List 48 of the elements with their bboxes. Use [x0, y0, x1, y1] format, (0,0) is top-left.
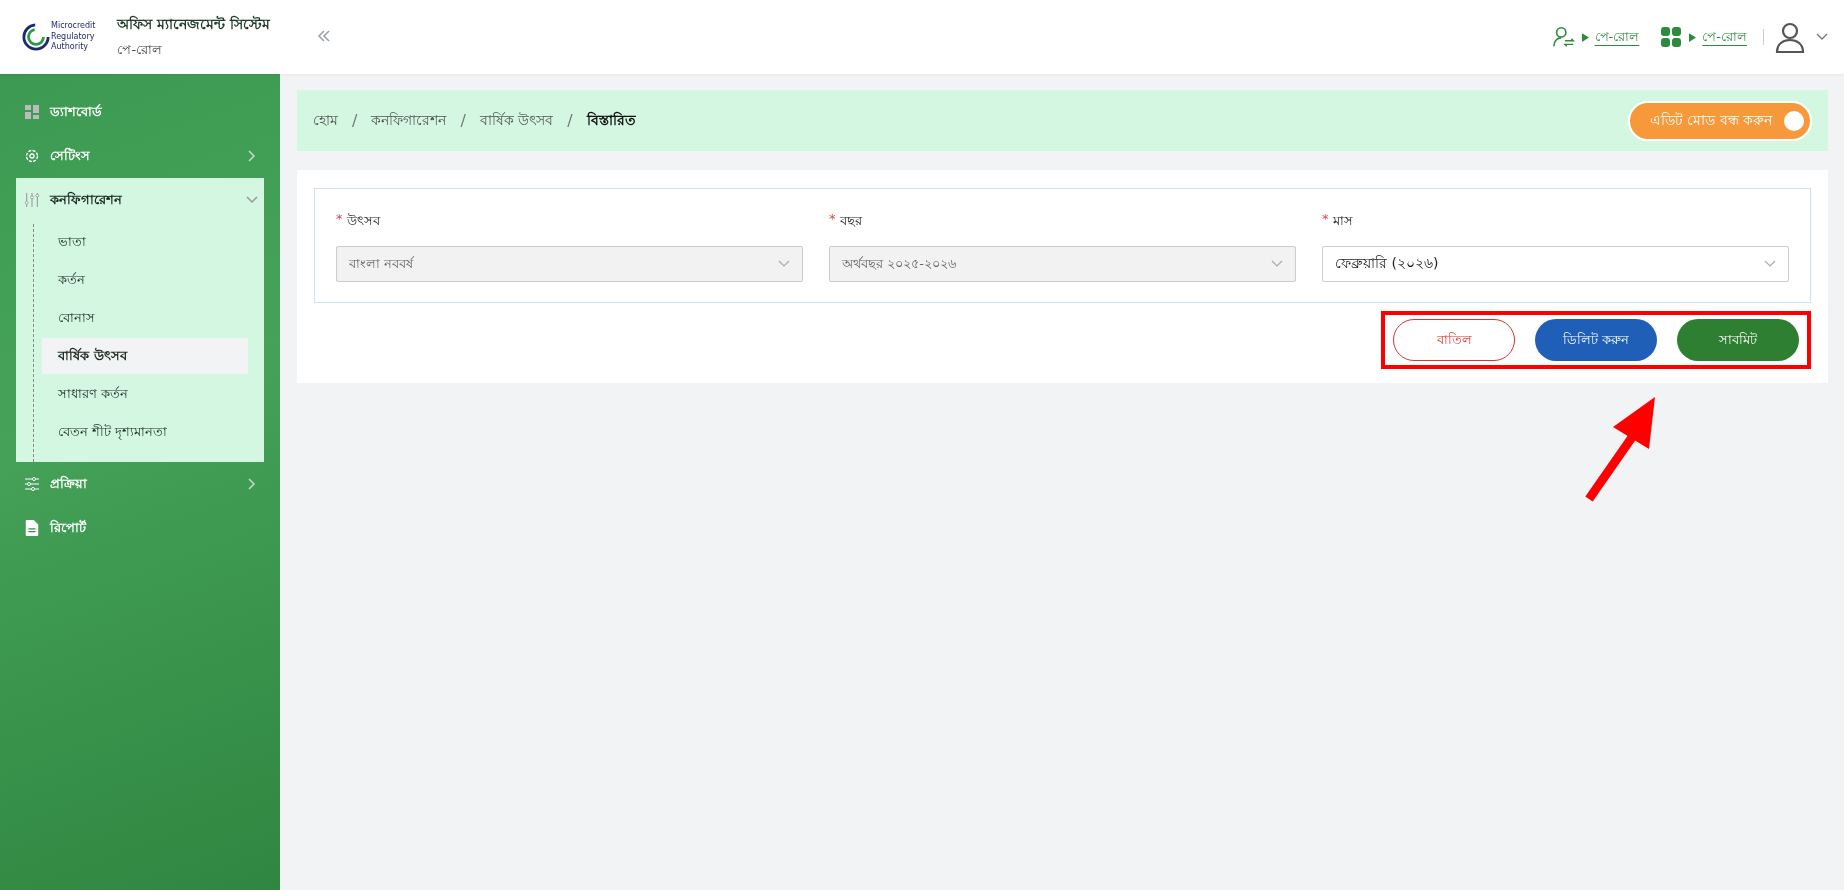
cancel-button[interactable]: বাতিল	[1393, 319, 1515, 361]
breadcrumb-separator: /	[567, 111, 573, 130]
sidebar-item[interactable]: রিপোর্ট	[16, 506, 264, 550]
required-mark: *	[829, 211, 836, 228]
sidebar-item[interactable]: সেটিংস	[16, 134, 264, 178]
field-label: বছর	[839, 212, 862, 230]
play-triangle-icon	[1689, 32, 1697, 42]
breadcrumb-link[interactable]: পে-রোল	[1594, 26, 1640, 48]
sidebar-subitem[interactable]: বেতন শীট দৃশ্যমানতা	[42, 414, 248, 450]
sliders-icon	[24, 192, 40, 208]
filter-sliders-icon	[24, 476, 40, 492]
submit-button[interactable]: সাবমিট	[1677, 319, 1799, 361]
breadcrumb-item: বিস্তারিত	[586, 110, 636, 130]
double-chevron-left-icon	[316, 27, 333, 44]
user-switch-icon[interactable]	[1551, 25, 1576, 49]
apps-grid-icon[interactable]	[1659, 25, 1684, 49]
chevron-down-icon	[1271, 260, 1283, 268]
field-label: মাস	[1332, 212, 1353, 230]
chevron-down-icon[interactable]	[1816, 33, 1828, 41]
chevron-down-icon	[1764, 260, 1776, 268]
sidebar-subitem[interactable]: কর্তন	[42, 262, 248, 298]
app-title: অফিস ম্যানেজমেন্ট সিস্টেম	[117, 14, 271, 34]
select-field[interactable]: ফেব্রুয়ারি (২০২৬)	[1322, 246, 1789, 282]
play-triangle-icon	[1581, 32, 1589, 42]
chevron-down-icon	[778, 260, 790, 268]
user-avatar-icon[interactable]	[1774, 21, 1806, 53]
document-icon	[24, 520, 40, 536]
breadcrumb-item[interactable]: কনফিগারেশন	[371, 108, 447, 133]
dashboard-icon	[24, 104, 40, 120]
breadcrumb-item[interactable]: হোম	[313, 108, 338, 133]
sidebar-item[interactable]: ড্যাশবোর্ড	[16, 90, 264, 134]
app-subtitle: পে-রোল	[117, 41, 164, 59]
field-label: উৎসব	[346, 212, 380, 230]
organization-logo: Microcredit Regulatory Authority	[22, 21, 96, 53]
sidebar-subitem[interactable]: বোনাস	[42, 300, 248, 336]
sidebar-item[interactable]: প্রক্রিয়া	[16, 462, 264, 506]
required-mark: *	[1322, 211, 1329, 228]
breadcrumb-separator: /	[352, 111, 358, 130]
sidebar-item[interactable]: কনফিগারেশন	[16, 178, 264, 222]
sidebar-subitem[interactable]: ভাতা	[42, 224, 248, 260]
breadcrumb-link[interactable]: পে-রোল	[1702, 26, 1747, 48]
required-mark: *	[336, 211, 343, 228]
sidebar-subitem[interactable]: সাধারণ কর্তন	[42, 376, 248, 412]
settings-icon	[24, 148, 40, 164]
sidebar-subitem[interactable]: বার্ষিক উৎসব	[42, 338, 248, 374]
breadcrumb-separator: /	[460, 111, 466, 130]
delete-button[interactable]: ডিলিট করুন	[1535, 319, 1657, 361]
breadcrumb-item[interactable]: বার্ষিক উৎসব	[479, 108, 554, 133]
